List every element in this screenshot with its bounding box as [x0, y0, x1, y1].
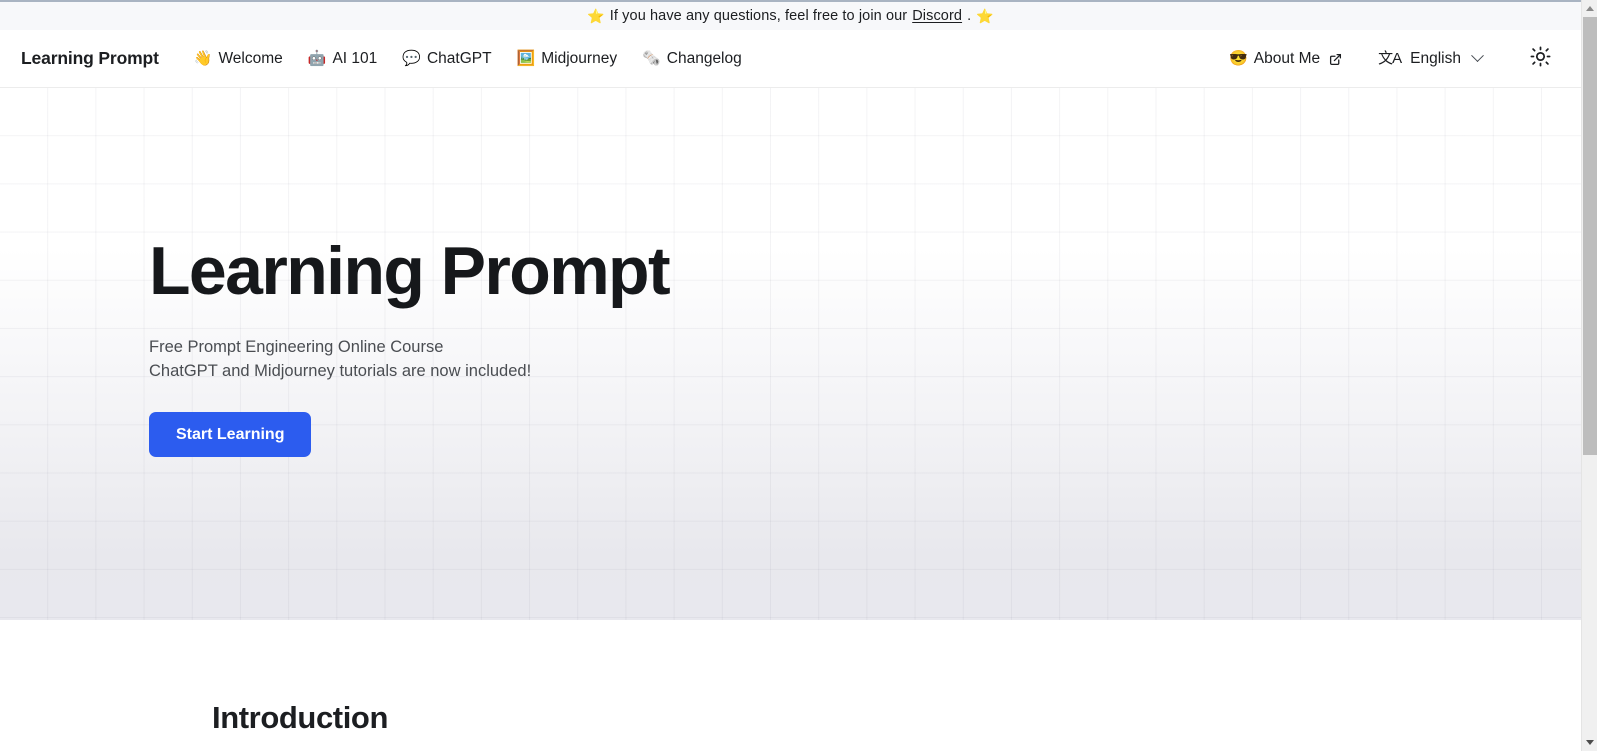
sunglasses-face-icon: 😎 [1229, 50, 1248, 67]
nav-item-label: Changelog [666, 49, 742, 67]
announcement-bar: ⭐ If you have any questions, feel free t… [0, 0, 1581, 30]
nav-item-label: About Me [1253, 49, 1321, 67]
star-icon-trailing: ⭐ [976, 8, 994, 24]
hero-subtitle-line-1: Free Prompt Engineering Online Course [149, 338, 444, 356]
newspaper-icon: 🗞️ [642, 50, 661, 67]
scrollbar-down-button[interactable] [1582, 734, 1597, 751]
nav-item-ai-101[interactable]: 🤖 AI 101 [301, 46, 385, 72]
nav-item-label: Midjourney [541, 49, 618, 67]
navbar-items: 👋 Welcome 🤖 AI 101 💬 ChatGPT 🖼️ Midjourn… [187, 46, 749, 72]
section-title-introduction: Introduction [212, 700, 388, 735]
language-selector[interactable]: 文A English [1371, 46, 1489, 72]
caret-down-icon [1586, 740, 1594, 745]
nav-item-label: AI 101 [332, 49, 378, 67]
hero-banner: Learning Prompt Free Prompt Engineering … [0, 88, 1581, 620]
caret-up-icon [1586, 6, 1594, 11]
announcement-message-suffix: . [967, 8, 972, 24]
star-icon: ⭐ [587, 8, 605, 24]
speech-balloon-icon: 💬 [402, 50, 421, 67]
start-learning-button[interactable]: Start Learning [149, 412, 312, 457]
hero-subtitle-line-2: ChatGPT and Midjourney tutorials are now… [149, 362, 532, 380]
page-viewport: ⭐ If you have any questions, feel free t… [0, 0, 1581, 751]
robot-icon: 🤖 [307, 50, 327, 67]
browser-page: ⭐ If you have any questions, feel free t… [0, 0, 1597, 751]
navbar-right-items: 😎 About Me 文A English [1222, 44, 1560, 74]
nav-item-welcome[interactable]: 👋 Welcome [187, 46, 290, 72]
nav-item-changelog[interactable]: 🗞️ Changelog [635, 46, 749, 72]
hero-title: Learning Prompt [149, 233, 671, 309]
external-link-icon [1329, 53, 1342, 66]
nav-item-label: ChatGPT [426, 49, 492, 67]
nav-item-about-me[interactable]: 😎 About Me [1222, 46, 1349, 72]
scrollbar-up-button[interactable] [1582, 0, 1597, 17]
navbar-brand[interactable]: Learning Prompt [21, 48, 159, 69]
announcement-text: ⭐ If you have any questions, feel free t… [587, 8, 994, 24]
announcement-message: If you have any questions, feel free to … [609, 8, 908, 24]
navbar: Learning Prompt 👋 Welcome 🤖 AI 101 💬 Cha… [0, 30, 1581, 88]
discord-link[interactable]: Discord [912, 8, 962, 24]
waving-hand-icon: 👋 [193, 50, 213, 67]
sun-icon [1530, 46, 1551, 72]
theme-toggle-button[interactable] [1525, 44, 1555, 74]
chevron-down-icon [1471, 49, 1484, 63]
translate-icon: 文A [1378, 50, 1402, 67]
framed-picture-icon: 🖼️ [516, 50, 536, 67]
main-content: Introduction [0, 620, 1581, 751]
scrollbar-thumb[interactable] [1583, 17, 1597, 455]
nav-item-chatgpt[interactable]: 💬 ChatGPT [395, 46, 498, 72]
nav-item-midjourney[interactable]: 🖼️ Midjourney [510, 46, 625, 72]
hero-subtitle: Free Prompt Engineering Online Course Ch… [149, 335, 531, 383]
vertical-scrollbar[interactable] [1581, 0, 1597, 751]
nav-item-label: Welcome [218, 49, 283, 67]
language-label: English [1410, 49, 1461, 67]
